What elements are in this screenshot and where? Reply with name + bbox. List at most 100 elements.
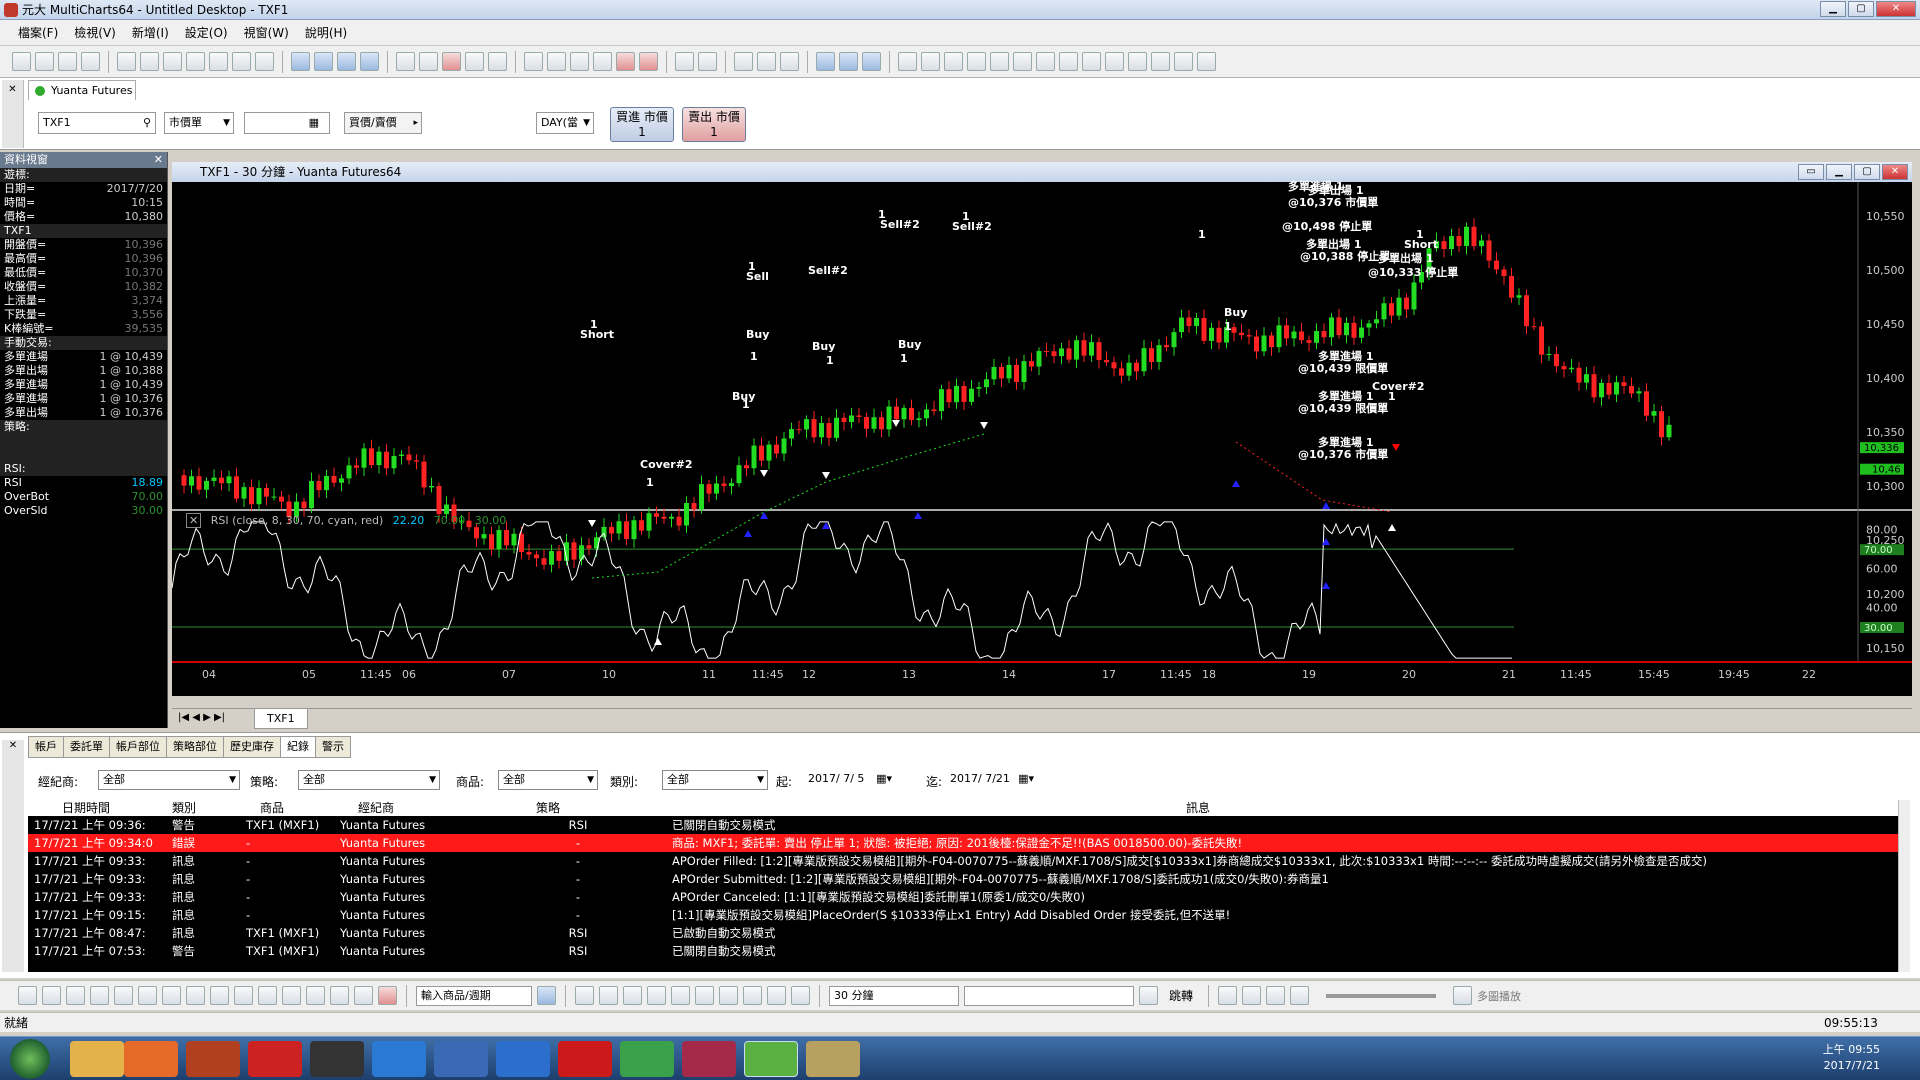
tick-icon[interactable] [575,986,594,1005]
sell-market-button[interactable]: 賣出 市價 1 [682,107,746,142]
broker-select[interactable]: 全部 ▼ [98,770,240,790]
buy-marker-icon[interactable] [757,52,776,71]
bottom-panel-close[interactable]: ✕ [2,740,24,972]
chrome-icon[interactable] [620,1041,674,1077]
arrow-down-tool-icon[interactable] [330,986,349,1005]
bottom-tab[interactable]: 帳戶部位 [109,736,167,758]
end-icon[interactable] [1290,986,1310,1005]
log-scrollbar[interactable] [1898,800,1910,972]
trade-signal-label[interactable]: Buy [746,328,769,341]
multi-play-icon[interactable] [1453,986,1473,1005]
trade-signal-label[interactable]: @10,376 市價單 [1298,446,1388,462]
price-mode-button[interactable]: 買價/賣價 ▸ [344,112,422,134]
window-icon[interactable] [816,52,835,71]
fib-icon[interactable] [547,52,566,71]
trade-signal-label[interactable]: Sell#2 [952,220,992,233]
photo-icon[interactable] [248,1041,302,1077]
start-button[interactable] [10,1039,50,1079]
player-icon[interactable] [496,1041,550,1077]
ie-icon[interactable] [372,1041,426,1077]
menu-insert[interactable]: 新增(I) [132,24,169,41]
time-sales-icon[interactable] [186,52,205,71]
trade-signal-label[interactable]: Cover#2 [1372,380,1425,393]
angle-tool-icon[interactable] [186,986,205,1005]
step-icon[interactable] [1266,986,1286,1005]
zoom-in-icon[interactable] [944,52,963,71]
trade-signal-label[interactable]: Sell#2 [880,218,920,231]
col-datetime[interactable]: 日期時間 [62,800,110,816]
symbol-period-field[interactable]: 輸入商品/週期 [416,985,532,1006]
symbol-field[interactable]: TXF1 ⚲ [38,112,156,134]
trade-signal-label[interactable]: @10,333 停止單 [1368,264,1458,280]
refresh-icon[interactable] [1128,52,1147,71]
menu-window[interactable]: 視窗(W) [244,24,289,41]
save-as-icon[interactable] [81,52,100,71]
arrow-up-tool-icon[interactable] [354,986,373,1005]
alert-icon[interactable] [639,52,658,71]
trade-signal-label[interactable]: 1 [742,398,750,411]
send-icon[interactable] [434,1041,488,1077]
seconds-icon[interactable] [671,986,690,1005]
buy-market-button[interactable]: 買進 市價 1 [610,107,674,142]
tile-icon[interactable] [839,52,858,71]
tool-icon[interactable] [186,1041,240,1077]
order-type-select[interactable]: 市價單 ▼ [164,112,234,134]
sheet-nav-icons[interactable]: |◀ ◀ ▶ ▶| [178,712,225,723]
resolution-select[interactable]: 30 分鐘 [829,985,959,1006]
col-type[interactable]: 類別 [172,800,196,816]
play-back-icon[interactable] [1218,986,1238,1005]
maximize-button[interactable]: ▢ [1848,1,1874,17]
multicharts-taskbar-icon[interactable] [744,1041,798,1077]
trade-signal-label[interactable]: Sell [746,270,769,283]
menu-view[interactable]: 檢視(V) [74,24,116,41]
range-icon[interactable] [623,986,642,1005]
monthly-icon[interactable] [791,986,810,1005]
format-icon[interactable] [396,52,415,71]
minimize-button[interactable]: ▁ [1820,1,1846,17]
weekly-icon[interactable] [767,986,786,1005]
trade-signal-label[interactable]: 1 [1198,228,1206,241]
to-date-field[interactable]: 2017/ 7/21 ▦▾ [946,770,1036,790]
settings-icon[interactable] [537,986,556,1005]
fib-tool-icon[interactable] [138,986,157,1005]
step-down-icon[interactable] [1013,52,1032,71]
gann-tool-icon[interactable] [162,986,181,1005]
portfolio-icon[interactable] [209,52,228,71]
trade-signal-label[interactable]: 1 [826,354,834,367]
close-button[interactable]: ✕ [1876,1,1916,17]
from-date-field[interactable]: 2017/ 7/ 5 ▦▾ [804,770,894,790]
scanner-icon[interactable] [140,52,159,71]
momentum-icon[interactable] [647,986,666,1005]
link-icon[interactable] [1174,52,1193,71]
report-icon[interactable] [232,52,251,71]
arrow-up-icon[interactable] [570,52,589,71]
log-row[interactable]: 17/7/21 上午 09:33: 訊息 - Yuanta Futures - APOrd… [28,870,1908,888]
log-row[interactable]: 17/7/21 上午 09:15: 訊息 - Yuanta Futures - [1:1]… [28,906,1908,924]
chart-minimize-button[interactable]: ▁ [1826,164,1852,180]
trade-signal-label[interactable]: 1 [646,476,654,489]
log-row[interactable]: 17/7/21 上午 08:47: 訊息 TXF1 (MXF1) Yuanta Fut… [28,924,1908,942]
chart-window-icon[interactable] [117,52,136,71]
col-strategy[interactable]: 策略 [536,800,560,816]
trade-signal-label[interactable]: Buy [812,340,835,353]
trade-signal-label[interactable]: @10,439 限價單 [1298,360,1388,376]
jump-button[interactable]: 跳轉 [1169,987,1193,1004]
menu-help[interactable]: 說明(H) [305,24,347,41]
bottom-tab[interactable]: 策略部位 [166,736,224,758]
opera-icon[interactable] [558,1041,612,1077]
trade-signal-label[interactable]: Short [580,328,614,341]
log-row[interactable]: 17/7/21 上午 09:33: 訊息 - Yuanta Futures - APOrd… [28,852,1908,870]
trade-signal-label[interactable]: Cover#2 [640,458,693,471]
open-icon[interactable] [35,52,54,71]
clock[interactable]: 上午 09:55 2017/7/21 [1823,1042,1880,1074]
bar-chart-icon[interactable] [419,52,438,71]
checkmark-icon[interactable] [488,52,507,71]
product-select[interactable]: 全部 ▼ [498,770,598,790]
vline-tool-icon[interactable] [66,986,85,1005]
scroll-left-icon[interactable] [898,52,917,71]
type-select[interactable]: 全部 ▼ [662,770,768,790]
media-icon[interactable] [124,1041,178,1077]
trade-signal-label[interactable]: 1 [1224,320,1232,333]
log-row[interactable]: 17/7/21 上午 09:34:0 錯誤 - Yuanta Futures - 商品: … [28,834,1908,852]
channel-tool-icon[interactable] [90,986,109,1005]
